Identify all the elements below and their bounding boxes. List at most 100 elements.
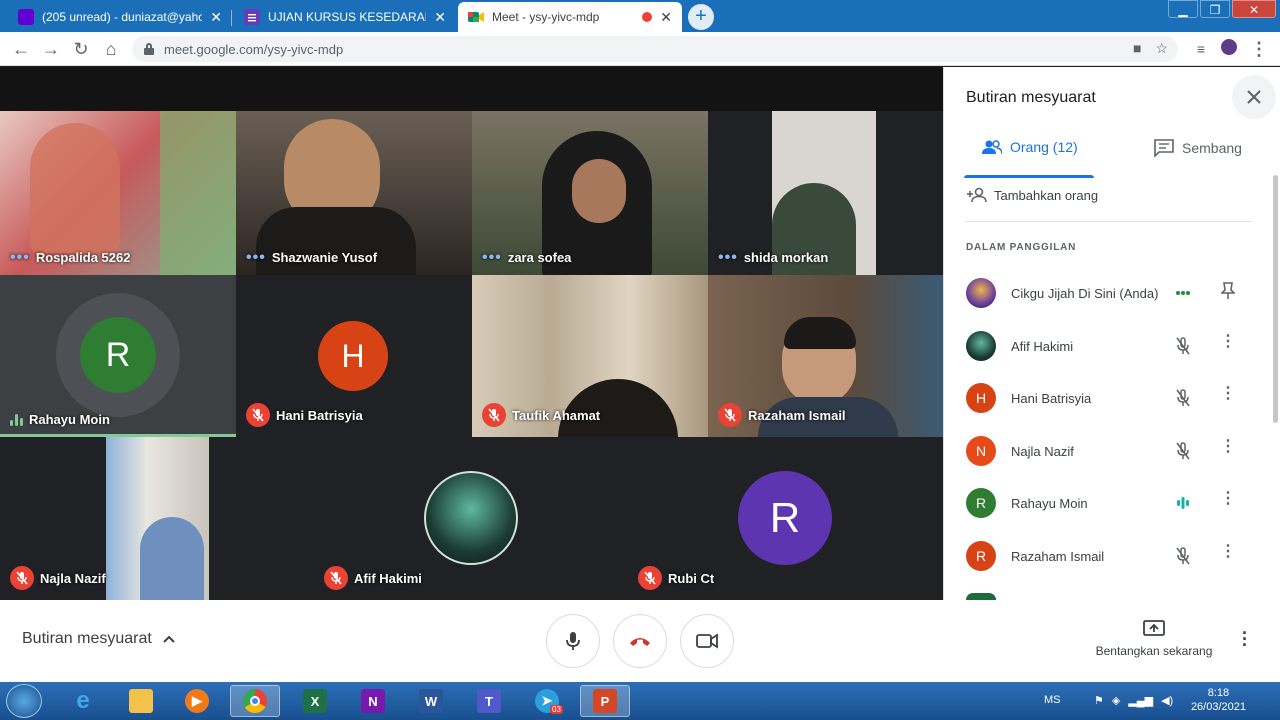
close-panel-button[interactable] [1232,75,1276,119]
audio-dots-icon: ••• [10,248,30,266]
taskbar-powerpoint[interactable]: P [580,685,630,717]
video-tile[interactable]: Taufik Ahamat [472,275,708,437]
participant-row[interactable]: Afif Hakimi ⋮ [944,320,1274,372]
bookmark-star-icon[interactable]: ☆ [1155,40,1168,57]
close-window-icon[interactable]: ✕ [1232,0,1276,18]
start-button[interactable] [6,684,42,718]
taskbar-teams[interactable]: T [464,685,514,717]
home-icon[interactable]: ⌂ [100,38,122,60]
network-signal-icon[interactable]: ▂▄▆ [1128,694,1153,707]
more-options-icon[interactable]: ⋮ [1220,544,1236,567]
taskbar-ie[interactable]: e [58,685,108,717]
telegram-badge: 03 [550,705,563,714]
tab-chat[interactable]: Sembang [1154,139,1242,157]
lock-icon [144,43,154,55]
meet-favicon-icon [468,9,484,25]
tab-people[interactable]: Orang (12) [982,139,1078,155]
pin-icon[interactable] [1220,282,1236,304]
panel-scrollbar[interactable] [1273,175,1278,423]
participant-name: Rubi Ct [668,570,715,586]
participant-avatar-image [966,331,996,361]
participant-row[interactable]: N Najla Nazif ⋮ [944,425,1274,477]
participant-row[interactable]: R Rahayu Moin ⋮ [944,477,1274,529]
tab-forms[interactable]: UJIAN KURSUS KESEDARAN KEN ✕ [234,2,456,32]
browser-menu-icon[interactable]: ⋮ [1248,38,1270,60]
video-tile[interactable]: ••• zara sofea [472,111,708,275]
hang-up-icon [630,638,650,646]
address-bar[interactable]: meet.google.com/ysy-yivc-mdp ■ ☆ [132,36,1178,62]
video-tile[interactable]: Razaham Ismail [708,275,943,437]
section-heading: DALAM PANGGILAN [966,242,1077,253]
participant-row[interactable]: R Razaham Ismail ⋮ [944,530,1274,582]
taskbar-media[interactable]: ▶ [172,685,222,717]
tab-meet[interactable]: Meet - ysy-yivc-mdp ✕ [458,2,682,32]
participant-name: Hani Batrisyia [276,407,363,423]
tab-close-icon[interactable]: ✕ [660,9,672,26]
minimize-icon[interactable]: ▁ [1168,0,1198,18]
reload-icon[interactable]: ↻ [70,38,92,60]
mic-off-icon [1172,545,1194,567]
participant-avatar: R [738,471,832,565]
leave-call-button[interactable] [613,614,667,668]
participant-row[interactable]: Cikgu Jijah Di Sini (Anda) [944,267,1274,319]
present-now-button[interactable]: Bentangkan sekarang [1092,620,1216,658]
add-person-icon [967,187,987,203]
audio-dots-icon: ••• [482,248,502,266]
tab-mail[interactable]: (205 unread) - duniazat@yahoo.c ✕ [8,2,232,32]
more-options-icon[interactable]: · · · [1242,624,1248,654]
mic-off-icon [324,566,348,590]
profile-avatar[interactable] [1218,38,1240,60]
maximize-icon[interactable]: ❐ [1200,0,1230,18]
new-tab-button[interactable]: + [688,4,714,30]
clock[interactable]: 8:18 26/03/2021 [1191,686,1246,714]
more-options-icon[interactable]: ⋮ [1220,491,1236,514]
participant-name: shida morkan [743,250,829,265]
video-tile[interactable]: ••• Rospalida 5262 [0,111,236,275]
taskbar-word[interactable]: W [406,685,456,717]
input-language[interactable]: MS [1044,694,1061,706]
taskbar-explorer[interactable] [116,685,166,717]
audio-dots-icon: ••• [718,248,738,266]
microphone-button[interactable] [546,614,600,668]
chevron-up-icon [163,635,175,643]
video-tile[interactable]: R Rubi Ct [628,437,943,600]
people-icon [982,140,1002,155]
back-icon[interactable]: ← [10,38,32,60]
video-tile[interactable]: R Rahayu Moin [0,275,236,437]
more-options-icon[interactable]: ⋮ [1220,334,1236,357]
mic-off-icon [638,566,662,590]
more-options-icon[interactable]: ⋮ [1220,439,1236,462]
tab-close-icon[interactable]: ✕ [434,9,446,26]
participant-avatar: H [966,383,996,413]
forward-icon[interactable]: → [40,38,62,60]
onenote-icon: N [361,689,385,713]
video-tile[interactable]: ••• Shazwanie Yusof [236,111,472,275]
teams-icon: T [477,689,501,713]
action-center-icon[interactable]: ⚑ [1094,694,1104,707]
add-people-button[interactable]: Tambahkan orang [966,187,1098,203]
taskbar-onenote[interactable]: N [348,685,398,717]
camera-button[interactable] [680,614,734,668]
video-tile[interactable]: Afif Hakimi [314,437,628,600]
media-player-icon: ▶ [185,689,209,713]
participant-avatar-image [966,278,996,308]
video-tile[interactable]: ••• shida morkan [708,111,943,275]
reading-list-icon[interactable]: ≡ [1190,38,1212,60]
video-tile[interactable]: Najla Nazif [0,437,314,600]
volume-icon[interactable]: ◀) [1161,694,1173,707]
taskbar-telegram[interactable]: ➤ 03 [522,685,572,717]
taskbar-chrome[interactable] [230,685,280,717]
tab-close-icon[interactable]: ✕ [210,9,222,26]
participant-row[interactable]: H Hani Batrisyia ⋮ [944,372,1274,424]
more-options-icon[interactable]: ⋮ [1220,386,1236,409]
video-tile[interactable]: H Hani Batrisyia [236,275,472,437]
chat-icon [1154,139,1174,157]
meeting-control-bar: Butiran mesyuarat Bentangkan sekarang · ·… [0,600,1280,682]
taskbar-excel[interactable]: X [290,685,340,717]
security-icon[interactable]: ◈ [1112,694,1120,707]
speaking-indicator-icon [10,413,23,426]
camera-permission-icon[interactable]: ■ [1133,40,1141,57]
folder-icon [129,689,153,713]
participant-avatar: R [966,541,996,571]
meeting-details-button[interactable]: Butiran mesyuarat [22,630,176,648]
